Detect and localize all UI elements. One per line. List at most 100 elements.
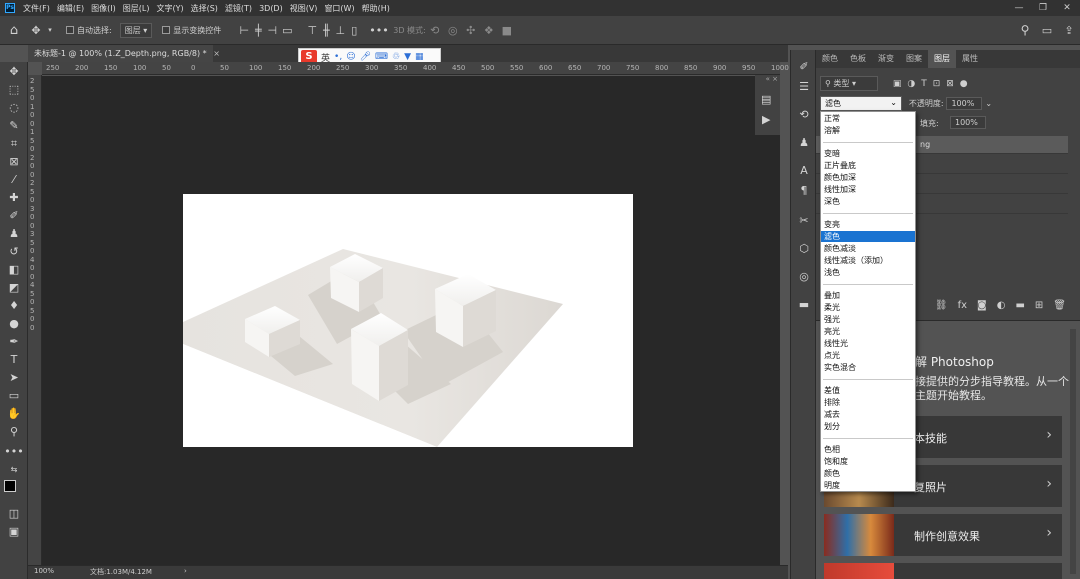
blend-mode-option[interactable]: 线性加深 bbox=[821, 184, 915, 195]
actions-icon[interactable]: ▤ bbox=[761, 93, 771, 106]
close-tab-icon[interactable]: × bbox=[213, 49, 220, 58]
swap-colors-icon[interactable]: ⇆ bbox=[4, 462, 24, 478]
quick-select-tool-icon[interactable]: ✎ bbox=[4, 118, 24, 134]
zoom-tool-icon[interactable]: ⚲ bbox=[4, 424, 24, 440]
new-layer-icon[interactable]: ⊞ bbox=[1035, 300, 1043, 311]
brush-tool-icon[interactable]: ✐ bbox=[4, 208, 24, 224]
blend-mode-option[interactable]: 线性光 bbox=[821, 338, 915, 349]
blend-mode-option[interactable]: 溶解 bbox=[821, 125, 915, 136]
blend-mode-option[interactable]: 点光 bbox=[821, 350, 915, 361]
learn-card[interactable]: 制作创意效果 › bbox=[824, 514, 1062, 556]
distribute-vertical-icon[interactable]: ▯ bbox=[347, 24, 361, 37]
learn-card[interactable] bbox=[824, 563, 1062, 579]
auto-select-target[interactable]: 图层 ▾ bbox=[119, 22, 153, 38]
learn-scrollbar[interactable] bbox=[1070, 329, 1076, 574]
3d-slide-icon[interactable]: ❖ bbox=[480, 24, 498, 37]
opacity-field[interactable]: 100% bbox=[946, 97, 983, 110]
align-right-icon[interactable]: ⊣ bbox=[265, 24, 279, 37]
layer-filter-select[interactable]: ⚲ 类型 ▾ bbox=[820, 76, 878, 91]
tab-color[interactable]: 颜色 bbox=[816, 50, 844, 68]
lasso-tool-icon[interactable]: ◌ bbox=[4, 100, 24, 116]
maximize-icon[interactable]: ❐ bbox=[1032, 0, 1054, 16]
share-icon[interactable]: ⇪ bbox=[1058, 24, 1080, 37]
frame-tool-icon[interactable]: ⊠ bbox=[4, 154, 24, 170]
3d-pan-icon[interactable]: ✣ bbox=[462, 24, 480, 37]
paint-bucket-icon[interactable]: ◩ bbox=[4, 280, 24, 296]
ime-keyboard-icon[interactable]: ⌨ bbox=[375, 52, 388, 62]
home-icon[interactable]: ⌂ bbox=[0, 23, 28, 38]
clone-source-icon[interactable]: ♟ bbox=[794, 134, 814, 152]
navigator-icon[interactable]: ◎ bbox=[794, 268, 814, 286]
blur-tool-icon[interactable]: ♦ bbox=[4, 298, 24, 314]
eyedropper-tool-icon[interactable]: ⁄ bbox=[4, 172, 24, 188]
blend-mode-option[interactable]: 深色 bbox=[821, 196, 915, 207]
blend-mode-option[interactable]: 减去 bbox=[821, 409, 915, 420]
play-icon[interactable]: ▶ bbox=[762, 113, 770, 126]
tab-properties[interactable]: 属性 bbox=[956, 50, 984, 68]
new-group-icon[interactable]: ▬ bbox=[1015, 300, 1024, 311]
adjust-panel-icon[interactable]: ☰ bbox=[794, 78, 814, 96]
blend-mode-option[interactable]: 差值 bbox=[821, 385, 915, 396]
auto-select-checkbox[interactable] bbox=[66, 26, 74, 34]
rectangle-tool-icon[interactable]: ▭ bbox=[4, 388, 24, 404]
fx-icon[interactable]: fx bbox=[958, 300, 967, 311]
quick-mask-icon[interactable]: ◫ bbox=[4, 506, 24, 522]
show-transform-checkbox[interactable] bbox=[162, 26, 171, 34]
ime-punct-icon[interactable]: •, bbox=[334, 52, 342, 62]
align-bottom-icon[interactable]: ⊥ bbox=[333, 24, 347, 37]
3d-roll-icon[interactable]: ◎ bbox=[444, 24, 462, 37]
menu-3d[interactable]: 3D(D) bbox=[259, 4, 283, 13]
blend-mode-option[interactable]: 滤色 bbox=[821, 231, 915, 242]
menu-edit[interactable]: 编辑(E) bbox=[57, 3, 84, 14]
blend-mode-option[interactable]: 强光 bbox=[821, 314, 915, 325]
blend-mode-option[interactable]: 颜色减淡 bbox=[821, 243, 915, 254]
opacity-dropdown-icon[interactable]: ⌄ bbox=[985, 99, 992, 108]
tab-layers[interactable]: 图层 bbox=[928, 50, 956, 68]
zoom-level[interactable]: 100% bbox=[34, 567, 54, 575]
blend-mode-option[interactable]: 叠加 bbox=[821, 290, 915, 301]
menu-image[interactable]: 图像(I) bbox=[91, 3, 116, 14]
align-left-icon[interactable]: ⊢ bbox=[237, 24, 251, 37]
foreground-color-swatch[interactable] bbox=[4, 480, 16, 492]
move-tool-icon[interactable]: ✥ bbox=[4, 64, 24, 80]
ime-menu-icon[interactable]: ▦ bbox=[415, 52, 424, 62]
menu-help[interactable]: 帮助(H) bbox=[362, 3, 390, 14]
blend-mode-option[interactable]: 饱和度 bbox=[821, 456, 915, 467]
blend-mode-option[interactable]: 明度 bbox=[821, 480, 915, 491]
screen-mode-icon[interactable]: ▣ bbox=[4, 524, 24, 540]
menu-view[interactable]: 视图(V) bbox=[290, 3, 318, 14]
history-brush-icon[interactable]: ↺ bbox=[4, 244, 24, 260]
clone-stamp-icon[interactable]: ♟ bbox=[4, 226, 24, 242]
document-canvas[interactable] bbox=[183, 194, 633, 447]
marquee-tool-icon[interactable]: ⬚ bbox=[4, 82, 24, 98]
blend-mode-option[interactable]: 排除 bbox=[821, 397, 915, 408]
minimize-icon[interactable]: — bbox=[1008, 0, 1030, 16]
blend-mode-select[interactable]: 滤色 ⌄ bbox=[820, 96, 902, 111]
align-center-icon[interactable]: ╪ bbox=[251, 24, 265, 37]
chevron-down-icon[interactable]: ▾ bbox=[44, 26, 56, 34]
path-select-icon[interactable]: ➤ bbox=[4, 370, 24, 386]
blend-mode-option[interactable]: 柔光 bbox=[821, 302, 915, 313]
ime-emoji-icon[interactable]: ☺ bbox=[346, 52, 355, 62]
more-tools-icon[interactable]: ••• bbox=[4, 444, 24, 460]
3d-camera-icon[interactable]: ■ bbox=[498, 24, 516, 37]
status-menu-icon[interactable]: › bbox=[184, 567, 187, 575]
workspace-icon[interactable]: ▭ bbox=[1036, 24, 1058, 37]
menu-file[interactable]: 文件(F) bbox=[23, 3, 50, 14]
blend-mode-option[interactable]: 实色混合 bbox=[821, 362, 915, 373]
tab-gradients[interactable]: 渐变 bbox=[872, 50, 900, 68]
search-icon[interactable]: ⚲ bbox=[1014, 23, 1036, 37]
ime-tools-icon[interactable]: ♲ bbox=[392, 52, 400, 62]
dodge-tool-icon[interactable]: ● bbox=[4, 316, 24, 332]
crop-tool-icon[interactable]: ⌗ bbox=[4, 136, 24, 152]
type-tool-icon[interactable]: T bbox=[4, 352, 24, 368]
paragraph-panel-icon[interactable]: ¶ bbox=[794, 182, 814, 200]
hand-tool-icon[interactable]: ✋ bbox=[4, 406, 24, 422]
adjustment-layer-icon[interactable]: ◐ bbox=[997, 300, 1006, 311]
healing-brush-icon[interactable]: ✚ bbox=[4, 190, 24, 206]
tab-swatches[interactable]: 色板 bbox=[844, 50, 872, 68]
add-mask-icon[interactable]: ◙ bbox=[977, 300, 987, 311]
blend-mode-option[interactable]: 变暗 bbox=[821, 148, 915, 159]
eraser-tool-icon[interactable]: ◧ bbox=[4, 262, 24, 278]
tool-presets-icon[interactable]: ✂ bbox=[794, 212, 814, 230]
